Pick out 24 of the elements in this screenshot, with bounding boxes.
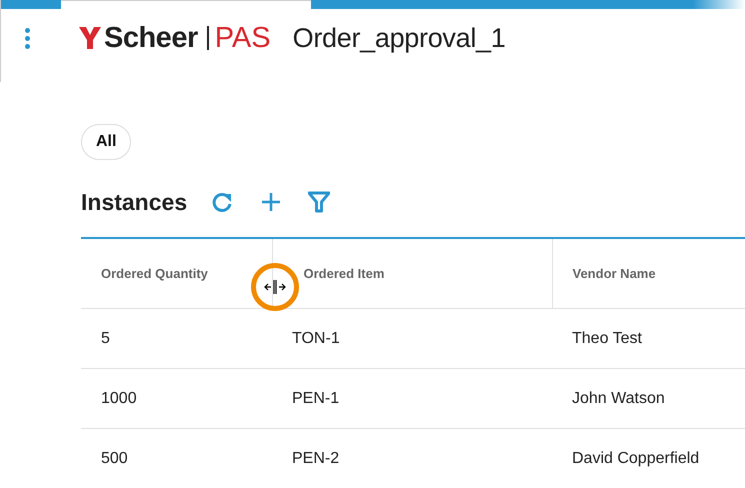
table-cell: TON-1: [272, 308, 552, 368]
table-cell: PEN-1: [272, 368, 552, 428]
column-header[interactable]: Ordered Item: [272, 238, 552, 308]
accent-bar: [1, 0, 61, 9]
table-cell: 500: [81, 428, 272, 488]
table-cell: Theo Test: [552, 308, 745, 368]
table-cell: 1000: [81, 368, 272, 428]
table-cell: 5: [81, 308, 272, 368]
table-cell: John Watson: [552, 368, 745, 428]
logo-brand: Scheer: [104, 22, 198, 54]
logo-product: PAS: [214, 22, 271, 54]
resize-cursor-icon: [264, 280, 286, 294]
column-header[interactable]: Ordered Quantity: [81, 238, 272, 308]
add-icon[interactable]: [261, 192, 282, 212]
logo-mark-icon: [79, 27, 101, 49]
column-header[interactable]: Vendor Name: [552, 238, 745, 308]
table-cell: PEN-2: [272, 428, 552, 488]
refresh-icon[interactable]: [210, 190, 234, 214]
filter-chip[interactable]: All: [81, 124, 132, 160]
page-title: Order_approval_1: [292, 22, 506, 54]
menu-icon[interactable]: [25, 28, 30, 48]
section-title: Instances: [81, 188, 188, 216]
filter-icon[interactable]: [308, 191, 330, 213]
table-cell: David Copperfield: [552, 428, 745, 488]
